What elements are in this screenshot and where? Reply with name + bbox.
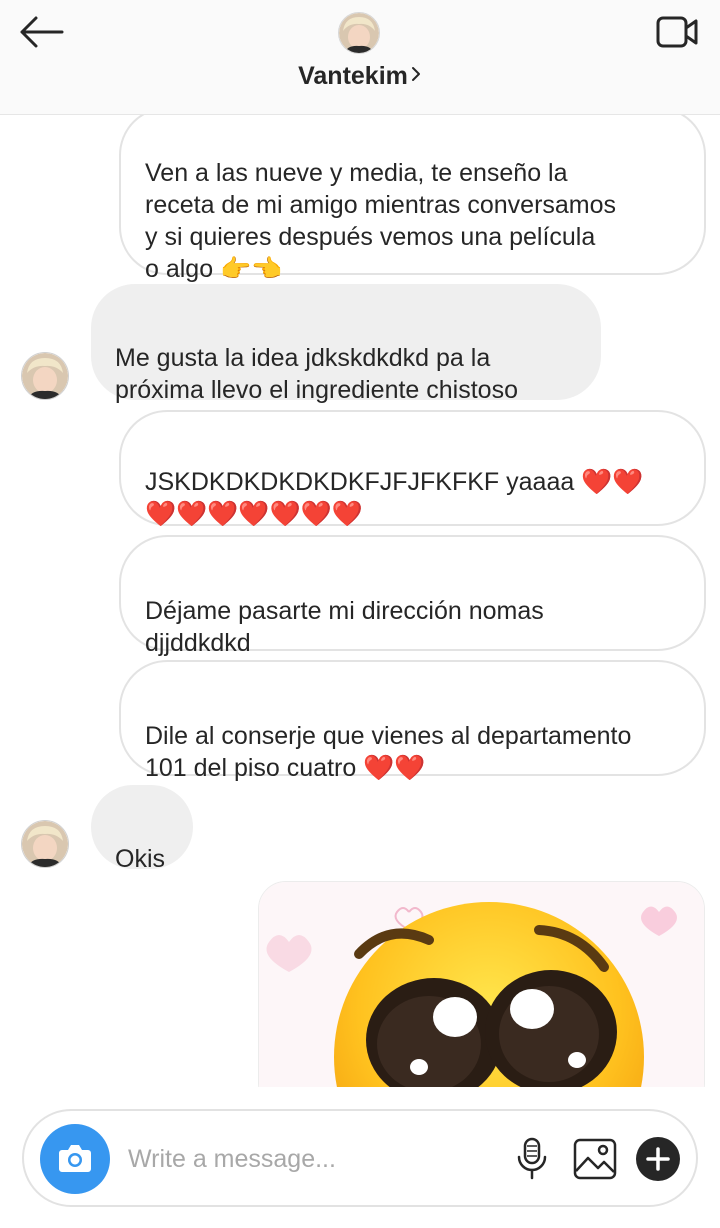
pleading-face-sticker xyxy=(259,882,704,1087)
message-bubble-incoming[interactable]: Okis xyxy=(91,785,193,873)
image-message[interactable] xyxy=(258,881,705,1087)
plus-icon xyxy=(646,1147,670,1171)
contact-name: Vantekim xyxy=(298,62,408,90)
camera-button[interactable] xyxy=(40,1124,110,1194)
message-text: Dile al conserje que vienes al departame… xyxy=(145,722,632,782)
camera-icon xyxy=(59,1145,91,1172)
chat-header: Vantekim xyxy=(0,0,720,115)
contact-avatar[interactable] xyxy=(338,12,380,54)
message-bubble-incoming[interactable]: Me gusta la idea jdkskdkdkd pa la próxim… xyxy=(91,284,601,404)
message-thread[interactable]: Ven a las nueve y media, te enseño la re… xyxy=(0,115,720,1087)
contact-name-button[interactable]: Vantekim xyxy=(0,60,720,92)
message-bubble-outgoing[interactable]: Dile al conserje que vienes al departame… xyxy=(119,660,706,782)
gallery-button[interactable] xyxy=(572,1135,618,1183)
microphone-icon xyxy=(517,1137,547,1180)
chevron-right-icon xyxy=(410,59,422,91)
message-text: Me gusta la idea jdkskdkdkd pa la próxim… xyxy=(115,344,518,404)
message-bubble-outgoing[interactable]: JSKDKDKDKDKDKFJFJFKFKF yaaaa ❤️❤️ ❤️❤️❤️… xyxy=(119,410,706,528)
message-text: Okis xyxy=(115,845,165,873)
more-options-button[interactable] xyxy=(636,1137,680,1181)
sender-avatar xyxy=(21,352,69,400)
message-bubble-outgoing[interactable]: Déjame pasarte mi dirección nomas djjddk… xyxy=(119,535,706,657)
arrow-left-icon xyxy=(20,16,64,48)
back-button[interactable] xyxy=(18,14,66,50)
message-text: Déjame pasarte mi dirección nomas djjddk… xyxy=(145,597,544,657)
message-text: JSKDKDKDKDKDKFJFJFKFKF yaaaa ❤️❤️ ❤️❤️❤️… xyxy=(145,468,644,528)
message-bubble-outgoing[interactable]: Ven a las nueve y media, te enseño la re… xyxy=(119,115,706,283)
message-text: Ven a las nueve y media, te enseño la re… xyxy=(145,159,617,283)
image-gallery-icon xyxy=(573,1138,617,1180)
video-call-button[interactable] xyxy=(654,14,702,50)
sender-avatar xyxy=(21,820,69,868)
video-camera-icon xyxy=(656,16,698,48)
message-input[interactable] xyxy=(128,1135,488,1183)
voice-message-button[interactable] xyxy=(512,1135,552,1183)
message-composer xyxy=(22,1109,698,1207)
